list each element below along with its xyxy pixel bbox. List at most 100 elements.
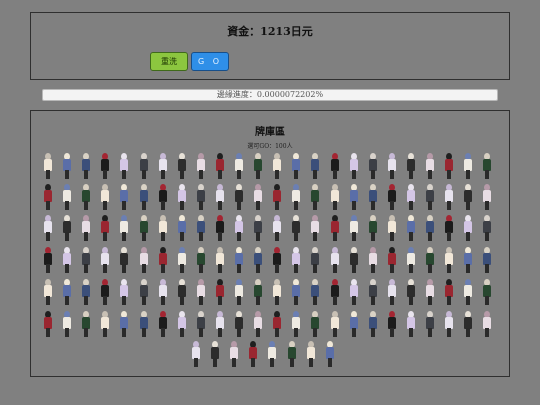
character-card[interactable] [253, 279, 263, 305]
character-card[interactable] [43, 153, 53, 179]
character-card[interactable] [62, 279, 72, 305]
character-card[interactable] [463, 311, 473, 337]
character-card[interactable] [158, 279, 168, 305]
character-card[interactable] [310, 184, 320, 210]
character-card[interactable] [310, 311, 320, 337]
character-card[interactable] [349, 215, 359, 241]
character-card[interactable] [387, 184, 397, 210]
character-card[interactable] [463, 153, 473, 179]
character-card[interactable] [387, 215, 397, 241]
character-card[interactable] [387, 311, 397, 337]
character-card[interactable] [406, 311, 416, 337]
character-card[interactable] [234, 247, 244, 273]
character-card[interactable] [387, 247, 397, 273]
character-card[interactable] [215, 247, 225, 273]
character-card[interactable] [177, 311, 187, 337]
character-card[interactable] [139, 311, 149, 337]
character-card[interactable] [158, 311, 168, 337]
character-card[interactable] [215, 153, 225, 179]
character-card[interactable] [196, 311, 206, 337]
character-card[interactable] [349, 153, 359, 179]
character-card[interactable] [43, 247, 53, 273]
character-card[interactable] [62, 153, 72, 179]
character-card[interactable] [119, 215, 129, 241]
character-card[interactable] [253, 153, 263, 179]
character-card[interactable] [310, 247, 320, 273]
character-card[interactable] [287, 341, 297, 367]
character-card[interactable] [368, 311, 378, 337]
character-card[interactable] [253, 247, 263, 273]
character-card[interactable] [291, 153, 301, 179]
character-card[interactable] [62, 215, 72, 241]
character-card[interactable] [196, 279, 206, 305]
character-card[interactable] [215, 215, 225, 241]
character-card[interactable] [229, 341, 239, 367]
character-card[interactable] [425, 215, 435, 241]
character-card[interactable] [291, 247, 301, 273]
character-card[interactable] [482, 279, 492, 305]
character-card[interactable] [368, 184, 378, 210]
character-card[interactable] [267, 341, 277, 367]
character-card[interactable] [425, 311, 435, 337]
go-button[interactable]: G O [191, 52, 229, 71]
character-card[interactable] [368, 153, 378, 179]
character-card[interactable] [253, 215, 263, 241]
character-card[interactable] [196, 247, 206, 273]
character-card[interactable] [191, 341, 201, 367]
character-card[interactable] [406, 184, 416, 210]
character-card[interactable] [444, 215, 454, 241]
character-card[interactable] [81, 311, 91, 337]
character-card[interactable] [158, 247, 168, 273]
character-card[interactable] [368, 215, 378, 241]
character-card[interactable] [81, 153, 91, 179]
character-card[interactable] [158, 184, 168, 210]
character-card[interactable] [349, 311, 359, 337]
character-card[interactable] [253, 311, 263, 337]
character-card[interactable] [444, 311, 454, 337]
character-card[interactable] [196, 215, 206, 241]
character-card[interactable] [234, 279, 244, 305]
character-card[interactable] [291, 279, 301, 305]
character-card[interactable] [463, 247, 473, 273]
character-card[interactable] [272, 279, 282, 305]
character-card[interactable] [482, 311, 492, 337]
character-card[interactable] [139, 153, 149, 179]
character-card[interactable] [425, 184, 435, 210]
character-card[interactable] [43, 279, 53, 305]
character-card[interactable] [100, 153, 110, 179]
character-card[interactable] [368, 279, 378, 305]
character-card[interactable] [482, 215, 492, 241]
character-card[interactable] [406, 215, 416, 241]
character-card[interactable] [387, 153, 397, 179]
character-card[interactable] [119, 279, 129, 305]
character-card[interactable] [81, 279, 91, 305]
character-card[interactable] [425, 153, 435, 179]
character-card[interactable] [119, 247, 129, 273]
character-card[interactable] [177, 153, 187, 179]
character-card[interactable] [406, 279, 416, 305]
character-card[interactable] [482, 153, 492, 179]
character-card[interactable] [349, 184, 359, 210]
character-card[interactable] [100, 279, 110, 305]
character-card[interactable] [387, 279, 397, 305]
character-card[interactable] [158, 215, 168, 241]
character-card[interactable] [463, 184, 473, 210]
character-card[interactable] [463, 279, 473, 305]
character-card[interactable] [330, 279, 340, 305]
character-card[interactable] [272, 215, 282, 241]
character-card[interactable] [425, 247, 435, 273]
character-card[interactable] [234, 215, 244, 241]
character-card[interactable] [62, 184, 72, 210]
character-card[interactable] [330, 215, 340, 241]
character-card[interactable] [444, 153, 454, 179]
character-card[interactable] [306, 341, 316, 367]
character-card[interactable] [272, 311, 282, 337]
character-card[interactable] [100, 184, 110, 210]
character-card[interactable] [81, 215, 91, 241]
character-card[interactable] [482, 247, 492, 273]
character-card[interactable] [248, 341, 258, 367]
character-card[interactable] [43, 311, 53, 337]
character-card[interactable] [330, 311, 340, 337]
character-card[interactable] [325, 341, 335, 367]
character-card[interactable] [349, 279, 359, 305]
